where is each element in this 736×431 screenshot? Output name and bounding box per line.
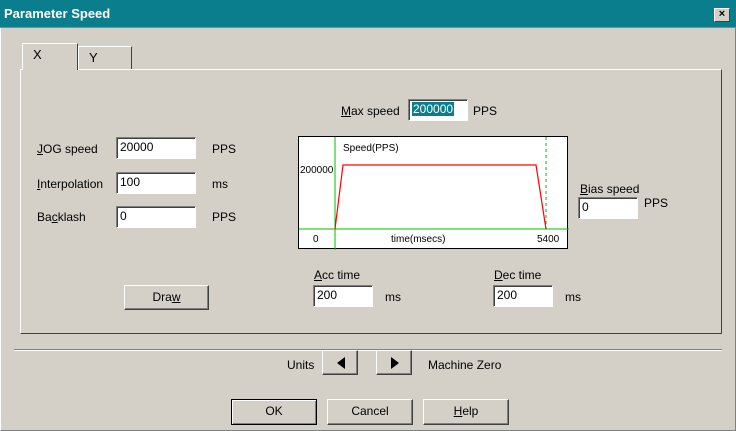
speed-profile-graph: Speed(PPS) 200000 0 time(msecs) 5400 [298, 136, 569, 250]
tab-x[interactable]: X [22, 43, 78, 70]
dec-time-label: Dec time [494, 268, 542, 282]
acc-time-input[interactable]: 200 [313, 285, 373, 307]
help-button[interactable]: Help [423, 399, 509, 425]
window-title: Parameter Speed [4, 6, 111, 21]
units-right-button[interactable] [376, 350, 412, 375]
graph-y-value: 200000 [300, 165, 334, 176]
jog-speed-input[interactable]: 20000 [116, 137, 196, 159]
backlash-input[interactable]: 0 [116, 206, 196, 228]
graph-title: Speed(PPS) [343, 143, 399, 154]
interpolation-unit: ms [212, 177, 228, 191]
speed-profile-line [334, 164, 547, 230]
units-label: Units [287, 358, 315, 372]
max-speed-input[interactable]: 200000 [408, 99, 468, 121]
max-speed-unit: PPS [473, 104, 498, 118]
interpolation-label: Interpolation [37, 177, 104, 191]
units-left-button[interactable] [322, 350, 358, 375]
acc-time-unit: ms [385, 290, 401, 304]
graph-x-start: 0 [313, 234, 319, 245]
tab-y[interactable]: Y [78, 46, 132, 70]
title-bar: Parameter Speed × [0, 0, 736, 28]
cancel-button[interactable]: Cancel [327, 399, 413, 425]
tab-x-label: X [33, 47, 42, 62]
dec-time-input[interactable]: 200 [493, 285, 553, 307]
graph-x-end: 5400 [537, 234, 560, 245]
separator [14, 349, 722, 351]
draw-button[interactable]: Draw [124, 285, 209, 310]
jog-speed-label: JOG speed [37, 142, 98, 156]
graph-x-label: time(msecs) [391, 234, 446, 245]
close-icon: × [718, 8, 726, 20]
ok-button[interactable]: OK [231, 399, 317, 425]
acc-time-label: Acc time [314, 268, 361, 282]
backlash-unit: PPS [212, 210, 237, 224]
machine-zero-label: Machine Zero [428, 358, 502, 372]
close-button[interactable]: × [714, 8, 730, 22]
max-speed-label: Max speed [341, 104, 400, 118]
bias-speed-unit: PPS [644, 196, 669, 210]
bias-speed-input[interactable]: 0 [578, 197, 638, 219]
interpolation-input[interactable]: 100 [116, 172, 196, 194]
backlash-label: Backlash [37, 210, 86, 224]
arrow-left-icon [337, 357, 345, 369]
dec-time-unit: ms [565, 290, 581, 304]
arrow-right-icon [391, 357, 399, 369]
jog-speed-unit: PPS [212, 142, 237, 156]
tab-y-label: Y [89, 50, 98, 65]
bias-speed-label: Bias speed [580, 182, 640, 196]
